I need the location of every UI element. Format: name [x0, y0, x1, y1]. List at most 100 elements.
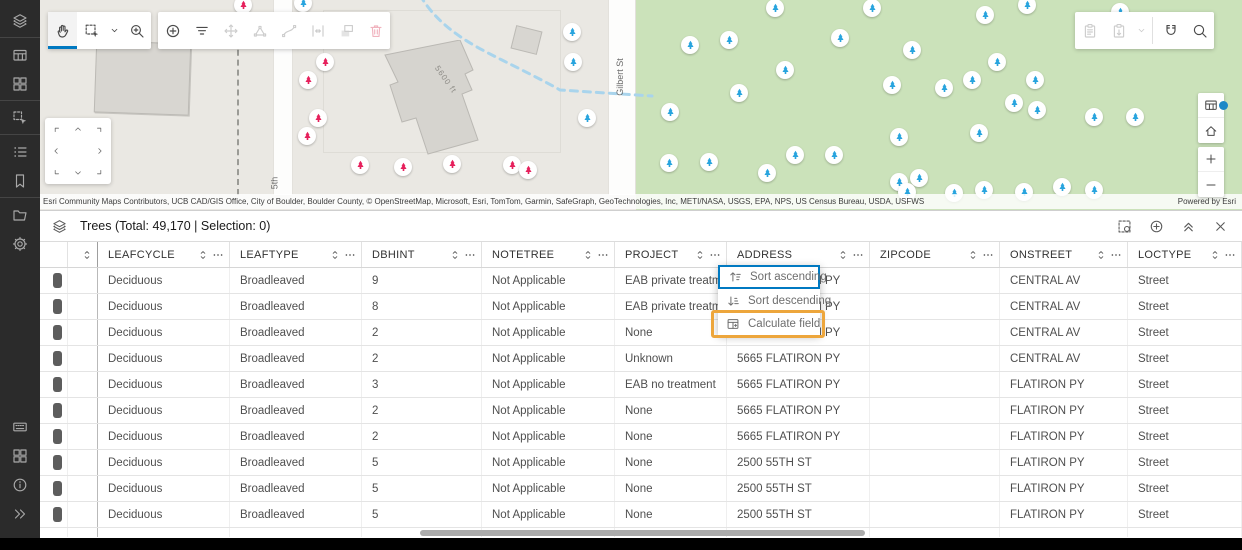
tree-marker[interactable] [758, 164, 776, 182]
table-row[interactable]: Deciduous Broadleaved 5 Not Applicable None 2… [40, 502, 1242, 528]
column-header-sel[interactable] [40, 242, 68, 267]
table-row[interactable]: Deciduous Broadleaved 5 Not Applicable None 2… [40, 476, 1242, 502]
sidebar-item-bookmarks[interactable] [0, 166, 40, 195]
sidebar-item-tables[interactable] [0, 40, 40, 69]
reshape-feature-button[interactable] [274, 12, 303, 49]
column-header-c0[interactable] [68, 242, 98, 267]
sort-column-button[interactable] [197, 249, 209, 261]
row-checkbox[interactable] [53, 455, 62, 470]
zoom-in-button[interactable] [1198, 147, 1224, 172]
sort-column-button[interactable] [449, 249, 461, 261]
tree-marker[interactable] [660, 154, 678, 172]
tree-marker[interactable] [564, 53, 582, 71]
delete-feature-button[interactable] [361, 12, 390, 49]
sidebar-item-keyboard-shortcuts[interactable] [0, 412, 40, 441]
tree-marker[interactable] [1026, 71, 1044, 89]
column-header-ZIPCODE[interactable]: ZIPCODE [870, 242, 1000, 267]
tree-marker[interactable] [316, 53, 334, 71]
pan-north-button[interactable] [67, 118, 89, 140]
column-header-LEAFCYCLE[interactable]: LEAFCYCLE [98, 242, 230, 267]
close-table-button[interactable] [1213, 219, 1228, 234]
pan-tool-button[interactable] [48, 12, 77, 49]
row-checkbox[interactable] [53, 507, 62, 522]
tree-marker[interactable] [1085, 108, 1103, 126]
table-options-button[interactable] [1117, 219, 1132, 234]
pan-east-button[interactable] [89, 140, 111, 162]
sidebar-item-expand[interactable] [0, 499, 40, 528]
edit-vertices-button[interactable] [245, 12, 274, 49]
sidebar-item-browse[interactable] [0, 200, 40, 229]
row-checkbox[interactable] [53, 325, 62, 340]
tree-marker[interactable] [563, 23, 581, 41]
sidebar-item-about[interactable] [0, 470, 40, 499]
copy-button[interactable] [1075, 12, 1104, 49]
maximize-table-button[interactable] [1181, 219, 1196, 234]
column-header-PROJECT[interactable]: PROJECT [615, 242, 727, 267]
field-menu-button[interactable] [982, 249, 994, 261]
tree-marker[interactable] [963, 71, 981, 89]
column-header-LOCTYPE[interactable]: LOCTYPE [1128, 242, 1242, 267]
default-map-view-button[interactable] [1198, 118, 1224, 143]
horizontal-scrollbar[interactable] [420, 530, 865, 536]
tree-marker[interactable] [720, 31, 738, 49]
paste-button[interactable] [1104, 12, 1133, 49]
tree-marker[interactable] [776, 61, 794, 79]
menu-item-sort-descending[interactable]: Sort descending [718, 289, 831, 312]
sort-column-button[interactable] [967, 249, 979, 261]
row-checkbox[interactable] [53, 429, 62, 444]
field-menu-button[interactable] [709, 249, 721, 261]
tree-marker[interactable] [519, 161, 537, 179]
add-record-button[interactable] [1149, 219, 1164, 234]
tree-marker[interactable] [976, 6, 994, 24]
tree-marker[interactable] [299, 71, 317, 89]
tree-marker[interactable] [935, 79, 953, 97]
row-checkbox[interactable] [53, 273, 62, 288]
tree-marker[interactable] [661, 103, 679, 121]
sort-column-button[interactable] [1209, 249, 1221, 261]
column-header-NOTETREE[interactable]: NOTETREE [482, 242, 615, 267]
table-row[interactable]: Deciduous Broadleaved 5 Not Applicable None 2… [40, 450, 1242, 476]
row-checkbox[interactable] [53, 403, 62, 418]
sort-column-button[interactable] [81, 249, 93, 261]
map-canvas[interactable]: 5600 ft 5th Gilbert St Esri Community Ma… [40, 0, 1242, 210]
tree-marker[interactable] [786, 146, 804, 164]
search-button[interactable] [1185, 12, 1214, 49]
tree-marker[interactable] [730, 84, 748, 102]
tree-marker[interactable] [294, 0, 312, 12]
pan-north-east-button[interactable] [89, 118, 111, 140]
sidebar-item-select[interactable] [0, 103, 40, 132]
select-tool-options-button[interactable] [106, 12, 122, 49]
row-checkbox[interactable] [53, 481, 62, 496]
add-feature-button[interactable] [158, 12, 187, 49]
column-header-DBHINT[interactable]: DBHINT [362, 242, 482, 267]
tree-marker[interactable] [681, 36, 699, 54]
tree-marker[interactable] [700, 153, 718, 171]
column-header-ADDRESS[interactable]: ADDRESS [727, 242, 870, 267]
pan-south-button[interactable] [67, 162, 89, 184]
table-row[interactable]: Deciduous Broadleaved 3 Not Applicable EAB n… [40, 372, 1242, 398]
field-menu-button[interactable] [597, 249, 609, 261]
tree-marker[interactable] [825, 146, 843, 164]
feature-templates-button[interactable] [187, 12, 216, 49]
table-row[interactable]: DeciduousBroadleaved2Not ApplicableNone5… [40, 398, 1242, 424]
sort-column-button[interactable] [1095, 249, 1107, 261]
sidebar-item-legend[interactable] [0, 137, 40, 166]
sidebar-item-layers[interactable] [0, 6, 40, 35]
sort-column-button[interactable] [694, 249, 706, 261]
snapping-button[interactable] [1156, 12, 1185, 49]
rectangle-select-tool-button[interactable] [77, 12, 106, 49]
tree-marker[interactable] [1126, 108, 1144, 126]
table-row[interactable]: Deciduous Broadleaved 9 Not Applicable EAB p… [40, 268, 1242, 294]
pan-south-west-button[interactable] [45, 162, 67, 184]
sidebar-item-apps[interactable] [0, 441, 40, 470]
tree-marker[interactable] [578, 109, 596, 127]
pan-north-west-button[interactable] [45, 118, 67, 140]
sidebar-item-settings[interactable] [0, 229, 40, 258]
field-menu-button[interactable] [1224, 249, 1236, 261]
move-feature-button[interactable] [216, 12, 245, 49]
table-row[interactable]: Deciduous Broadleaved 8 Not Applicable EAB p… [40, 294, 1242, 320]
field-menu-button[interactable] [212, 249, 224, 261]
field-menu-button[interactable] [464, 249, 476, 261]
row-checkbox[interactable] [53, 377, 62, 392]
table-row[interactable]: Deciduous Broadleaved 2 Not Applicable Unkno… [40, 346, 1242, 372]
